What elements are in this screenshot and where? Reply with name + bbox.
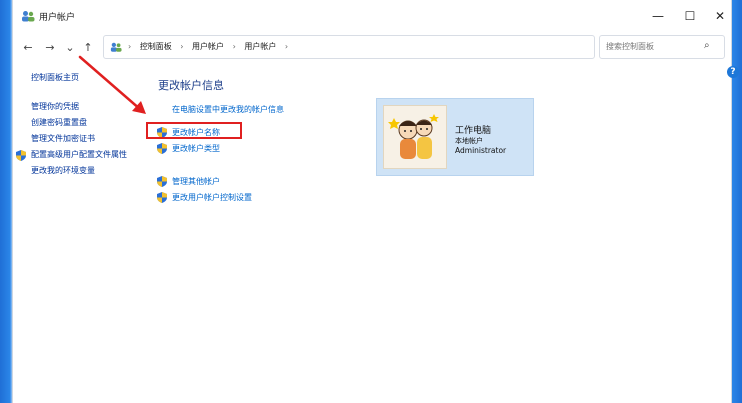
account-role: Administrator	[455, 146, 507, 155]
user-accounts-icon	[22, 11, 35, 22]
uac-shield-icon	[157, 176, 167, 187]
forward-button[interactable]: →	[41, 38, 59, 56]
chevron-right-icon[interactable]: ›	[285, 42, 288, 51]
account-name: 工作电脑	[455, 126, 492, 136]
search-icon[interactable]: ⌕	[704, 40, 710, 51]
window-title: 用户帐户	[39, 13, 76, 23]
page-title: 更改帐户信息	[158, 79, 224, 92]
address-bar[interactable]: › 控制面板 › 用户帐户 › 用户帐户 › ⌄ ↻	[103, 35, 674, 59]
breadcrumb: › 控制面板 › 用户帐户 › 用户帐户 ›	[128, 41, 294, 52]
breadcrumb-user-accounts[interactable]: 用户帐户	[192, 42, 224, 51]
back-button[interactable]: ←	[19, 38, 37, 56]
chevron-right-icon[interactable]: ›	[180, 42, 183, 51]
title-bar: 用户帐户 — ☐ ✕	[13, 0, 731, 30]
sidebar-item-label: 配置高级用户配置文件属性	[31, 150, 127, 159]
uac-shield-icon	[16, 150, 26, 161]
maximize-button[interactable]: ☐	[677, 6, 703, 26]
up-button[interactable]: ↑	[79, 38, 97, 56]
sidebar-item-password-reset-disk[interactable]: 创建密码重置盘	[31, 115, 161, 131]
close-button[interactable]: ✕	[707, 6, 733, 26]
recent-locations-button[interactable]: ⌄	[61, 38, 79, 56]
avatar-image	[388, 114, 439, 159]
breadcrumb-user-accounts-current[interactable]: 用户帐户	[244, 42, 276, 51]
account-card: 工作电脑 本地帐户 Administrator	[376, 98, 534, 176]
sidebar-item-manage-credentials[interactable]: 管理你的凭据	[31, 99, 161, 115]
help-icon[interactable]: ?	[727, 66, 739, 78]
user-accounts-window: 用户帐户 — ☐ ✕ ← → ⌄ ↑ › 控制面板 › 用户帐户 › 用户帐户 …	[12, 0, 739, 403]
manage-other-accounts-link[interactable]: 管理其他帐户	[157, 176, 220, 187]
address-row: ← → ⌄ ↑ › 控制面板 › 用户帐户 › 用户帐户 › ⌄ ↻	[13, 32, 731, 62]
uac-settings-label: 更改用户帐户控制设置	[172, 193, 252, 202]
minimize-button[interactable]: —	[645, 6, 671, 26]
sidebar-item-environment-variables[interactable]: 更改我的环境变量	[31, 163, 161, 179]
sidebar-item-advanced-profile[interactable]: 配置高级用户配置文件属性	[16, 147, 161, 163]
avatar	[383, 105, 447, 169]
uac-shield-icon	[157, 143, 167, 154]
uac-settings-link[interactable]: 更改用户帐户控制设置	[157, 192, 252, 203]
sidebar-item-file-encryption-certs[interactable]: 管理文件加密证书	[31, 131, 161, 147]
uac-shield-icon	[157, 192, 167, 203]
search-input[interactable]: 搜索控制面板 ⌕	[599, 35, 725, 59]
change-account-type-link[interactable]: 更改帐户类型	[157, 143, 220, 154]
sidebar: 控制面板主页 管理你的凭据 创建密码重置盘 管理文件加密证书 配置高级用户配置文…	[16, 72, 161, 179]
chevron-right-icon: ›	[128, 42, 132, 51]
search-placeholder: 搜索控制面板	[606, 42, 654, 51]
pc-settings-link[interactable]: 在电脑设置中更改我的帐户信息	[172, 104, 284, 115]
highlight-box	[146, 122, 242, 139]
chevron-right-icon[interactable]: ›	[233, 42, 236, 51]
account-type: 本地帐户	[455, 137, 483, 145]
user-accounts-icon	[110, 42, 122, 52]
sidebar-item-control-panel-home[interactable]: 控制面板主页	[31, 72, 161, 83]
change-account-type-label: 更改帐户类型	[172, 144, 220, 153]
breadcrumb-control-panel[interactable]: 控制面板	[140, 42, 172, 51]
manage-other-accounts-label: 管理其他帐户	[172, 177, 220, 186]
